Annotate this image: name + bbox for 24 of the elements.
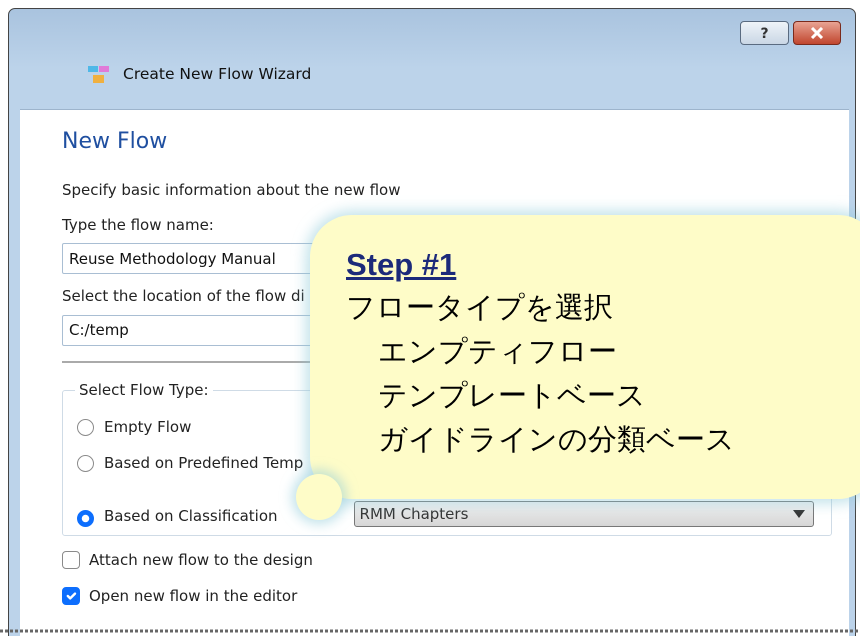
checkbox[interactable] <box>62 587 80 606</box>
field-label: Select the location of the flow di <box>62 286 305 308</box>
radio-button[interactable] <box>77 454 94 472</box>
group-legend: Select Flow Type: <box>75 378 213 402</box>
radio-label: Based on Predefined Temp <box>104 453 304 474</box>
callout-text: テンプレートベース <box>377 377 647 414</box>
close-button[interactable] <box>793 21 841 45</box>
flow-blocks-icon <box>87 65 111 85</box>
checkbox-label: Open new flow in the editor <box>89 586 298 608</box>
checkbox-label: Attach new flow to the design <box>89 550 313 572</box>
help-button[interactable]: ? <box>740 21 789 45</box>
radio-label: Empty Flow <box>104 417 192 438</box>
radio-label: Based on Classification <box>104 506 278 527</box>
caret-icon <box>792 510 805 518</box>
window-title: Create New Flow Wizard <box>123 64 312 86</box>
close-icon <box>809 27 825 39</box>
callout-text: ガイドラインの分類ベース <box>377 421 736 458</box>
page-heading: New Flow <box>62 128 168 154</box>
radio-button[interactable] <box>77 510 94 528</box>
checkbox[interactable] <box>62 551 80 570</box>
description-text: Specify basic information about the new flow <box>62 180 402 202</box>
dropdown[interactable]: RMM Chapters <box>354 501 814 528</box>
field-label: Type the flow name: <box>62 214 214 236</box>
radio-button[interactable] <box>77 418 94 436</box>
